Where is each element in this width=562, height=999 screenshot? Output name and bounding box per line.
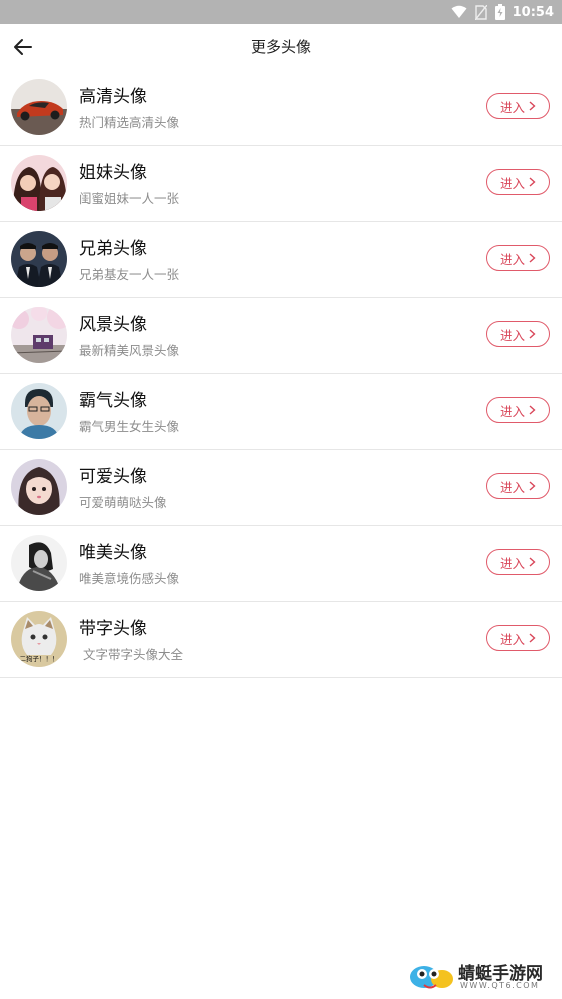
wifi-icon — [451, 5, 467, 18]
chevron-right-icon — [529, 633, 536, 643]
list-item[interactable]: 可爱头像 可爱萌萌哒头像 进入 — [0, 450, 562, 526]
two-girls-avatar — [11, 155, 67, 211]
item-subtitle: 可爱萌萌哒头像 — [79, 495, 167, 510]
list-item[interactable]: 霸气头像 霸气男生女生头像 进入 — [0, 374, 562, 450]
list-item[interactable]: 姐妹头像 闺蜜姐妹一人一张 进入 — [0, 146, 562, 222]
avatar-category-list: 高清头像 热门精选高清头像 进入 姐妹头像 闺蜜姐妹一人一张 进入 兄弟头像 兄… — [0, 70, 562, 678]
chevron-right-icon — [529, 177, 536, 187]
app-bar: 更多头像 — [0, 24, 562, 70]
item-title: 带字头像 — [79, 619, 147, 639]
battery-icon — [494, 4, 505, 20]
item-subtitle: 兄弟基友一人一张 — [79, 267, 180, 282]
cat-text-avatar: 二狗子！！！ — [11, 611, 67, 667]
enter-button[interactable]: 进入 — [486, 397, 550, 423]
item-subtitle: 霸气男生女生头像 — [79, 419, 180, 434]
chevron-right-icon — [529, 481, 536, 491]
enter-button-label: 进入 — [499, 631, 525, 647]
item-title: 唯美头像 — [79, 543, 147, 563]
item-title: 可爱头像 — [79, 467, 147, 487]
chevron-right-icon — [529, 329, 536, 339]
item-title: 兄弟头像 — [79, 239, 147, 259]
list-item[interactable]: 唯美头像 唯美意境伤感头像 进入 — [0, 526, 562, 602]
page-title: 更多头像 — [250, 38, 311, 56]
status-bar: 10:54 — [0, 0, 562, 24]
enter-button-label: 进入 — [499, 251, 525, 267]
list-item[interactable]: 高清头像 热门精选高清头像 进入 — [0, 70, 562, 146]
list-item[interactable]: 兄弟头像 兄弟基友一人一张 进入 — [0, 222, 562, 298]
bw-girl-avatar — [11, 535, 67, 591]
enter-button-label: 进入 — [499, 99, 525, 115]
list-item[interactable]: 二狗子！！！ 带字头像 文字带字头像大全 进入 — [0, 602, 562, 678]
status-icons: 10:54 — [451, 0, 554, 24]
enter-button[interactable]: 进入 — [486, 93, 550, 119]
enter-button-label: 进入 — [499, 555, 525, 571]
item-title: 姐妹头像 — [79, 163, 147, 183]
chevron-right-icon — [529, 405, 536, 415]
enter-button[interactable]: 进入 — [486, 473, 550, 499]
item-title: 霸气头像 — [79, 391, 147, 411]
enter-button[interactable]: 进入 — [486, 321, 550, 347]
watermark-url: WWW.QT6.COM — [460, 981, 540, 990]
cat-avatar-caption: 二狗子！！！ — [20, 654, 59, 663]
enter-button-label: 进入 — [499, 175, 525, 191]
no-sim-icon — [474, 4, 487, 20]
watermark: 蜻蜓手游网 WWW.QT6.COM — [406, 959, 556, 995]
back-button[interactable] — [8, 32, 38, 62]
cute-girl-avatar — [11, 459, 67, 515]
enter-button[interactable]: 进入 — [486, 549, 550, 575]
man-portrait-avatar — [11, 383, 67, 439]
item-subtitle: 热门精选高清头像 — [79, 115, 180, 130]
chevron-right-icon — [529, 253, 536, 263]
item-subtitle: 文字带字头像大全 — [83, 647, 184, 662]
chevron-right-icon — [529, 557, 536, 567]
back-arrow-icon — [14, 39, 32, 55]
dragonfly-logo-icon — [410, 966, 453, 989]
item-subtitle: 唯美意境伤感头像 — [79, 571, 180, 586]
enter-button-label: 进入 — [499, 327, 525, 343]
enter-button[interactable]: 进入 — [486, 625, 550, 651]
sports-car-avatar — [11, 79, 67, 135]
item-title: 高清头像 — [79, 87, 147, 107]
two-men-avatar — [11, 231, 67, 287]
enter-button-label: 进入 — [499, 403, 525, 419]
enter-button-label: 进入 — [499, 479, 525, 495]
enter-button[interactable]: 进入 — [486, 169, 550, 195]
chevron-right-icon — [529, 101, 536, 111]
item-subtitle: 最新精美风景头像 — [79, 343, 180, 358]
item-subtitle: 闺蜜姐妹一人一张 — [79, 191, 180, 206]
cherry-blossom-train-avatar — [11, 307, 67, 363]
item-title: 风景头像 — [79, 315, 147, 335]
enter-button[interactable]: 进入 — [486, 245, 550, 271]
list-item[interactable]: 风景头像 最新精美风景头像 进入 — [0, 298, 562, 374]
status-time: 10:54 — [512, 4, 554, 20]
